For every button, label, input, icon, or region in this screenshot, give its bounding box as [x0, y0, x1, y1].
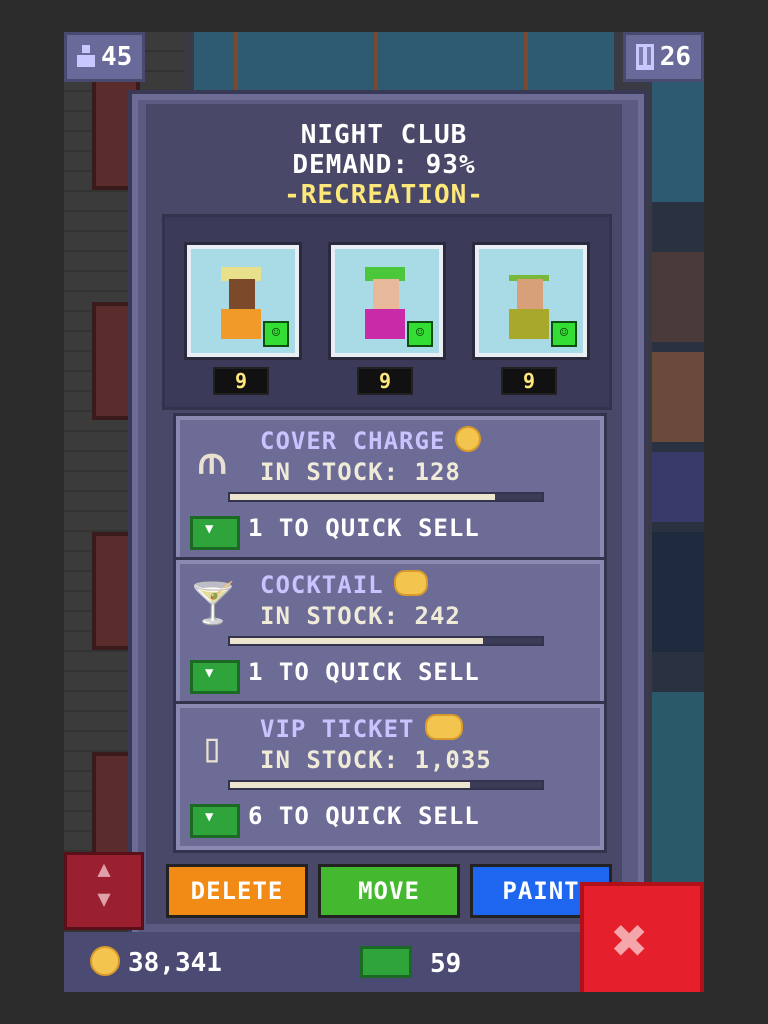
- happy-face-icon: ☺: [551, 321, 577, 347]
- stock-progress-bar: [228, 780, 544, 790]
- quick-sell-label[interactable]: 6 TO QUICK SELL: [248, 802, 480, 830]
- stock-item-cover-charge[interactable]: ⫙ COVER CHARGE IN STOCK: 128 1 TO QUICK …: [176, 416, 604, 562]
- item-name: COVER CHARGE: [260, 427, 446, 455]
- face-shape: [229, 279, 255, 309]
- item-name: VIP TICKET: [260, 715, 415, 743]
- happy-face-icon: ☺: [407, 321, 433, 347]
- coin-stack-icon: [393, 570, 428, 596]
- stock-progress-fill: [230, 638, 483, 644]
- population-counter[interactable]: 45: [64, 32, 146, 82]
- move-button[interactable]: MOVE: [318, 864, 460, 918]
- happy-face-icon: ☺: [263, 321, 289, 347]
- floor-name: NIGHT CLUB: [300, 120, 468, 150]
- stock-progress-fill: [230, 494, 496, 500]
- staff-level-3: 9: [501, 367, 557, 395]
- coins-display[interactable]: 38,341: [90, 946, 222, 978]
- coin-icon: [455, 426, 482, 452]
- face-shape: [517, 279, 543, 309]
- stock-item-vip-ticket[interactable]: ▯ VIP TICKET IN STOCK: 1,035 6 TO QUICK …: [176, 704, 604, 850]
- face-shape: [373, 279, 399, 309]
- stock-progress-fill: [230, 782, 471, 788]
- body-shape: [365, 309, 405, 339]
- coins-value: 38,341: [128, 948, 222, 978]
- quick-sell-label[interactable]: 1 TO QUICK SELL: [248, 514, 480, 542]
- staff-portrait-3[interactable]: ☺: [475, 245, 587, 357]
- arrow-down-icon: ▼: [97, 887, 111, 912]
- floor-header: NIGHT CLUB DEMAND: 93% -RECREATION-: [146, 120, 622, 210]
- ticket-icon: ▯: [199, 725, 225, 771]
- body-shape: [509, 309, 549, 339]
- bux-icon: [360, 946, 412, 978]
- staff-portrait-2[interactable]: ☺: [331, 245, 443, 357]
- coin-stack-icon: [424, 714, 463, 740]
- population-value: 45: [101, 42, 133, 72]
- staff-panel: ☺ ☺ ☺ 9 9 9: [162, 214, 612, 410]
- item-stock: IN STOCK: 1,035: [260, 746, 492, 774]
- floor-value: 26: [659, 42, 691, 72]
- floor-demand: DEMAND: 93%: [292, 150, 476, 180]
- person-icon: [77, 45, 95, 69]
- close-button[interactable]: ✖: [580, 882, 704, 992]
- stock-item-cocktail[interactable]: 🍸 COCKTAIL IN STOCK: 242 1 TO QUICK SELL: [176, 560, 604, 706]
- tower-background-right: [652, 72, 704, 932]
- currency-bar: 38,341 59: [64, 932, 586, 992]
- item-stock: IN STOCK: 128: [260, 458, 461, 486]
- close-icon: ✖: [612, 906, 649, 976]
- stock-progress-bar: [228, 492, 544, 502]
- staff-portrait-1[interactable]: ☺: [187, 245, 299, 357]
- body-shape: [221, 309, 261, 339]
- quick-sell-label[interactable]: 1 TO QUICK SELL: [248, 658, 480, 686]
- building-icon: [635, 44, 654, 70]
- elevator-arrows-button[interactable]: ▲ ▼: [64, 852, 144, 930]
- tower-background-top: [194, 32, 614, 92]
- bux-icon[interactable]: [190, 804, 240, 838]
- bux-value: 59: [430, 949, 462, 979]
- cocktail-glass-icon: 🍸: [188, 581, 238, 627]
- item-stock: IN STOCK: 242: [260, 602, 461, 630]
- floor-detail-modal: NIGHT CLUB DEMAND: 93% -RECREATION- ☺ ☺: [128, 90, 648, 944]
- arrow-up-icon: ▲: [97, 857, 111, 882]
- stock-progress-bar: [228, 636, 544, 646]
- staff-level-2: 9: [357, 367, 413, 395]
- bux-icon[interactable]: [190, 660, 240, 694]
- game-screen: 45 26 NIGHT CLUB DEMAND: 93% -RECREATION…: [64, 32, 704, 992]
- floor-counter[interactable]: 26: [622, 32, 704, 82]
- staff-level-1: 9: [213, 367, 269, 395]
- delete-button[interactable]: DELETE: [166, 864, 308, 918]
- rope-barrier-icon: ⫙: [198, 437, 226, 483]
- floor-category: -RECREATION-: [284, 180, 484, 210]
- coin-icon: [90, 946, 120, 976]
- bux-display[interactable]: 59: [360, 946, 461, 979]
- item-name: COCKTAIL: [260, 571, 384, 599]
- bux-icon[interactable]: [190, 516, 240, 550]
